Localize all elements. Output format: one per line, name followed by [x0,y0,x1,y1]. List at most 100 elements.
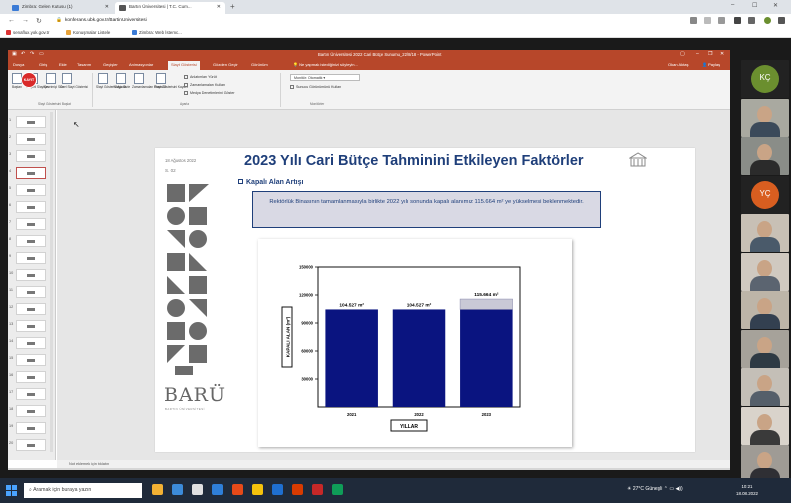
bookmark-item[interactable]: Konuşmalar Listele [66,30,110,35]
thumbnails-scrollbar[interactable] [50,112,53,452]
tab-gorunum[interactable]: Görünüm [248,61,271,70]
slide-thumbnail[interactable]: 17 [9,388,46,400]
tab-dosya[interactable]: Dosya [10,61,27,70]
slide-thumbnail[interactable]: 9 [9,252,46,264]
bookmark-star-icon[interactable] [718,17,725,24]
slide-thumbnail[interactable]: 19 [9,422,46,434]
extension-icon[interactable] [748,17,755,24]
slide-thumbnail[interactable]: 15 [9,354,46,366]
browser-tab-zimbra[interactable]: Zimbra: Gelen Kutusu (1) ✕ [8,2,113,14]
play-narrations-checkbox[interactable]: Anlatımları Yürüt [184,75,217,79]
monitor-select[interactable]: Monitör: Otomatik ▾ [290,74,360,81]
slide-thumbnail[interactable]: 10 [9,269,46,281]
hide-slide-button[interactable]: Slaytı Gizle [114,73,130,89]
taskbar-app-icon[interactable] [212,484,223,495]
tab-tasarim[interactable]: Tasarım [74,61,94,70]
taskbar-app-icon[interactable] [292,484,303,495]
slide-thumbnail[interactable]: 14 [9,337,46,349]
record-slideshow-button[interactable]: Slayt Gösterisini Kaydet [154,73,188,89]
participant-video-tile[interactable] [741,98,789,137]
participant-video-tile[interactable] [741,252,789,291]
bookmark-item[interactable]: Zimbra: Web İstemc... [132,30,182,35]
minimize-icon[interactable]: – [696,51,699,57]
undo-icon[interactable]: ↶ [21,51,25,57]
taskbar-app-icon[interactable] [252,484,263,495]
redo-icon[interactable]: ↷ [30,51,34,57]
new-tab-button[interactable]: + [230,2,235,11]
slide-thumbnail[interactable]: 6 [9,201,46,213]
tab-giris[interactable]: Giriş [36,61,50,70]
taskbar-app-icon[interactable] [232,484,243,495]
rehearse-timings-button[interactable]: Zamanlamaları Prova Et [132,73,166,89]
taskbar-search[interactable]: ⌕ Aramak için buraya yazın [24,483,142,498]
profile-avatar-icon[interactable] [764,17,771,24]
extension-icon[interactable] [734,17,741,24]
tab-gozden-gecir[interactable]: Gözden Geçir [210,61,241,70]
participant-video-tile[interactable] [741,368,789,406]
weather-widget[interactable]: ☀ 27°C Güneşli ⌃ ▭ ◀)) [627,486,683,492]
close-icon[interactable]: ✕ [720,51,724,57]
slide-thumbnail[interactable]: 2 [9,133,46,145]
extension-icon[interactable] [690,17,697,24]
taskbar-app-icon[interactable] [272,484,283,495]
participant-video-tile[interactable] [741,137,789,175]
bookmark-item[interactable]: senaflux.yok.gov.tr [6,30,49,35]
slide-thumbnail[interactable]: 13 [9,320,46,332]
minimize-icon[interactable]: ‒ [731,2,734,8]
maximize-icon[interactable]: ☐ [752,2,757,9]
taskbar-clock[interactable]: 10:21 18.08.2022 [736,483,758,497]
tab-ekle[interactable]: Ekle [56,61,70,70]
back-icon[interactable]: ← [8,17,15,24]
share-button[interactable]: 👤 Paylaş [702,62,720,67]
url-field[interactable]: 🔒 konferans.ubk.gov.tr/BartinUniversitesi [50,16,610,26]
custom-slideshow-button[interactable]: Özel Slayt Gösterisi [60,73,88,89]
tab-slayt-gosterisi[interactable]: Slayt Gösterisi [168,61,200,70]
forward-icon[interactable]: → [22,17,29,24]
slide-thumbnail[interactable]: 7 [9,218,46,230]
slide[interactable]: 18 Ağustos 2022 S. 02 2023 Yılı Cari Büt… [155,148,695,452]
restore-icon[interactable]: ❐ [708,51,712,57]
reload-icon[interactable]: ↻ [36,17,42,25]
use-timings-checkbox[interactable]: Zamanlamaları Kullan [184,83,225,87]
browser-tab-bartin[interactable]: Bartın Üniversitesi | T.C. Cum... ✕ [115,2,225,14]
participant-video-tile[interactable] [741,291,789,329]
presenter-view-checkbox[interactable]: Sunucu Görünümünü Kullan [290,85,341,89]
participant-video-tile[interactable] [741,214,789,252]
slide-thumbnail[interactable]: 5 [9,184,46,196]
slide-thumbnail[interactable]: 3 [9,150,46,162]
participant-video-tile[interactable]: YÇ [741,175,789,214]
tab-gecisler[interactable]: Geçişler [100,61,121,70]
windows-start-icon[interactable] [6,485,17,496]
taskbar-app-icon[interactable] [192,484,203,495]
present-icon[interactable]: ▭ [39,51,44,57]
taskbar-app-icon[interactable] [332,484,343,495]
extension-icon[interactable] [704,17,711,24]
present-online-button[interactable]: Çevrimiçi Sun [44,73,64,89]
slide-thumbnail[interactable]: 12 [9,303,46,315]
save-icon[interactable]: ▣ [12,51,17,57]
slide-thumbnail[interactable]: 16 [9,371,46,383]
close-window-icon[interactable]: ✕ [773,2,778,9]
slide-thumbnail[interactable]: 11 [9,286,46,298]
slide-thumbnail[interactable]: 4 [9,167,46,179]
close-tab-icon[interactable]: ✕ [105,4,109,10]
participant-video-tile[interactable] [741,406,789,445]
slide-thumbnail[interactable]: 1 [9,116,46,128]
participant-video-tile[interactable] [741,329,789,368]
slide-thumbnail[interactable]: 18 [9,405,46,417]
taskbar-app-icon[interactable] [312,484,323,495]
menu-icon[interactable] [778,17,785,24]
close-tab-icon[interactable]: ✕ [217,4,221,10]
slide-thumbnail[interactable]: 20 [9,439,46,451]
taskbar-app-icon[interactable] [152,484,163,495]
tab-animasyonlar[interactable]: Animasyonlar [126,61,156,70]
show-media-controls-checkbox[interactable]: Medya Denetimlerini Göster [184,91,235,95]
ribbon-display-icon[interactable]: ▢ [680,51,685,57]
notes-pane[interactable]: Not eklemek için tıklatın [57,460,730,468]
tell-me-search[interactable]: 💡 Ne yapmak istediğinizi söyleyin... [293,62,358,67]
participant-video-tile[interactable]: KÇ [741,60,789,98]
slide-thumbnail[interactable]: 8 [9,235,46,247]
user-name[interactable]: Okan Aktaş [668,62,688,67]
setup-slideshow-button[interactable]: Slayt Gösterisi Ayarla [96,73,126,89]
taskbar-app-icon[interactable] [172,484,183,495]
